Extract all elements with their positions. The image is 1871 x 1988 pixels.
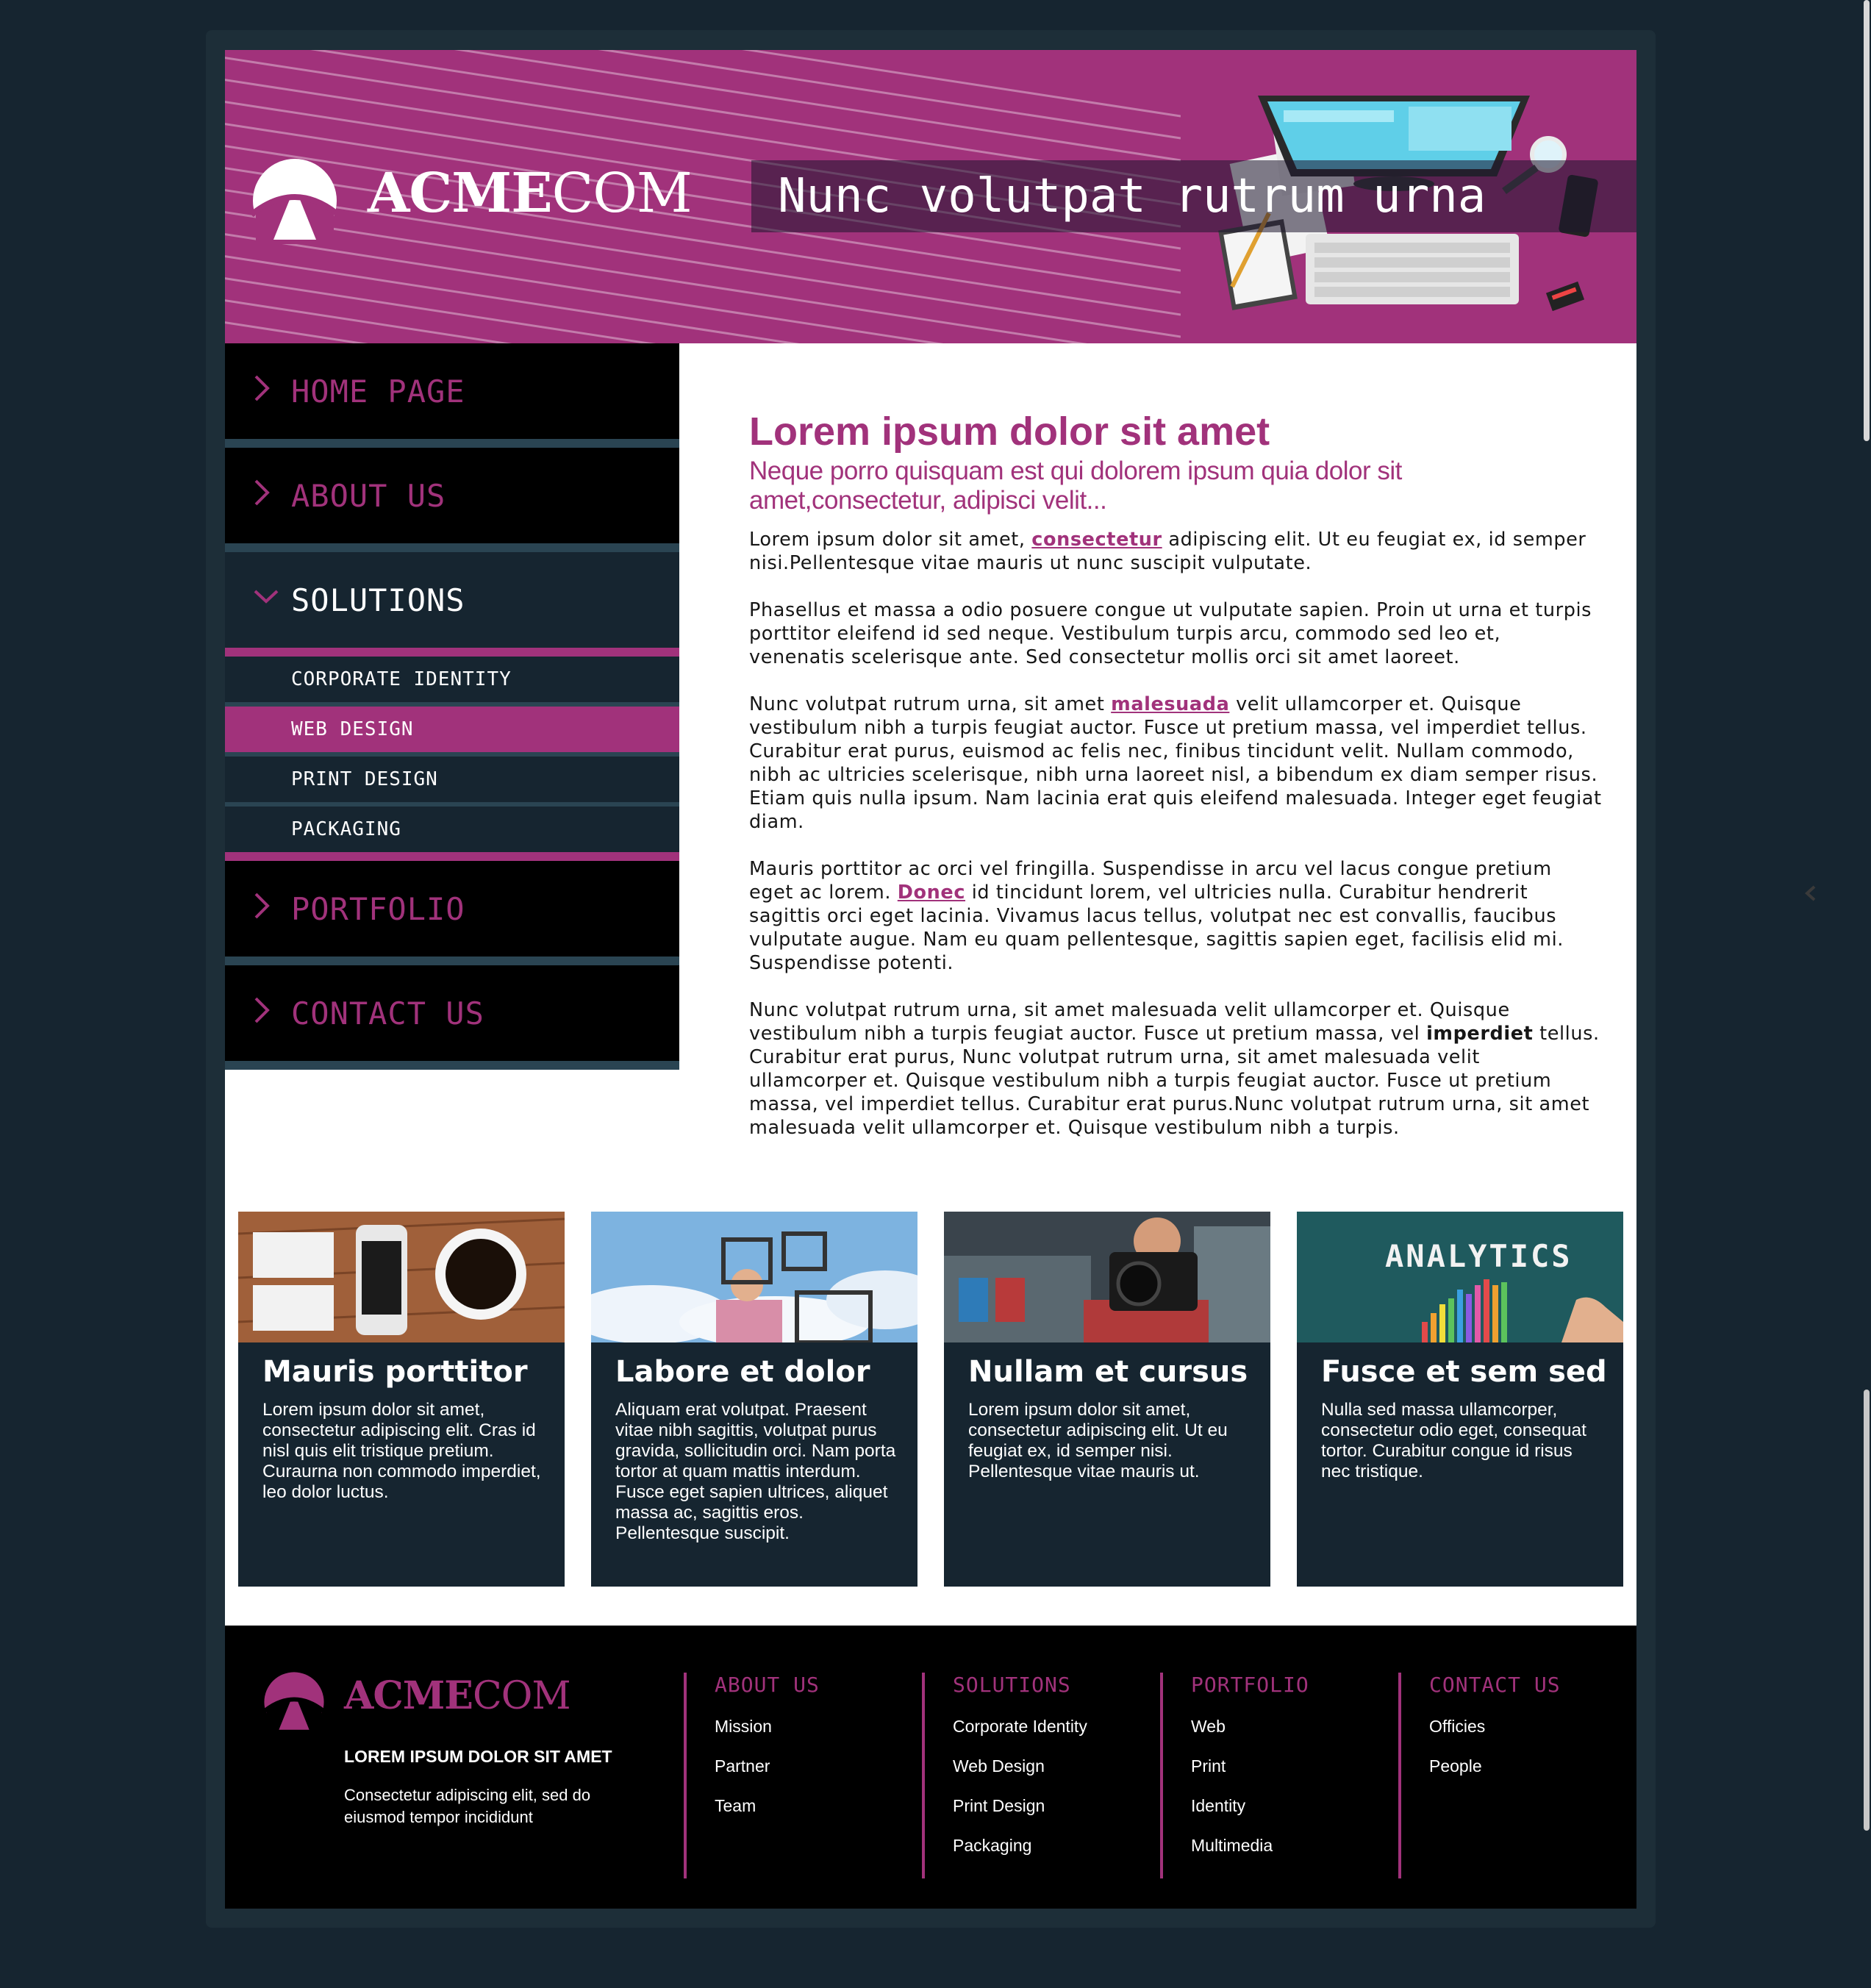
footer-link-corporate-identity[interactable]: Corporate Identity	[953, 1715, 1087, 1737]
footer-link-print-design[interactable]: Print Design	[953, 1795, 1087, 1817]
acme-logo-icon	[251, 159, 338, 244]
article-title: Lorem ipsum dolor sit amet	[749, 410, 1270, 454]
card-text: Nulla sed massa ullamcorper, consectetur…	[1321, 1400, 1586, 1481]
card-text: Aliquam erat volutpat. Praesent vitae ni…	[615, 1400, 896, 1543]
subnav-item-packaging[interactable]: PACKAGING	[225, 807, 679, 861]
footer-link-multimedia[interactable]: Multimedia	[1191, 1834, 1309, 1856]
subnav-item-print-design[interactable]: PRINT DESIGN	[225, 757, 679, 807]
card-title: Nullam et cursus	[968, 1355, 1248, 1389]
footer-column-contact-us: CONTACT US Officies People	[1398, 1673, 1561, 1878]
subnav-item-label: PACKAGING	[291, 818, 401, 840]
header-tagline: Nunc volutpat rutrum urna	[778, 169, 1487, 224]
link-consectetur[interactable]: consectetur	[1031, 529, 1162, 551]
nav-item-label: ABOUT US	[291, 477, 446, 514]
nav-item-portfolio[interactable]: PORTFOLIO	[225, 861, 679, 965]
scrollbar-thumb[interactable]	[1864, 0, 1870, 441]
acme-logo-icon	[263, 1672, 325, 1733]
chevron-right-icon	[253, 891, 275, 926]
article-subtitle: Neque porro quisquam est qui dolorem ips…	[749, 457, 1402, 515]
footer-link-print[interactable]: Print	[1191, 1755, 1309, 1777]
page: ACMECOM Nunc volutpat rutrum urna HOME P…	[225, 50, 1636, 1909]
card-title: Mauris porttitor	[262, 1355, 528, 1389]
card-labore-et-dolor[interactable]: Labore et dolor Aliquam erat volutpat. P…	[591, 1212, 917, 1587]
sidebar-nav: HOME PAGE ABOUT US SOLUTIONS CORPORATE I…	[225, 343, 679, 1070]
footer-column-title: ABOUT US	[715, 1673, 820, 1697]
scrollbar-thumb-secondary[interactable]	[1864, 1390, 1870, 1831]
photographer-camera-photo	[944, 1212, 1270, 1342]
nav-item-label: PORTFOLIO	[291, 890, 465, 927]
nav-item-label: CONTACT US	[291, 995, 484, 1031]
footer-link-web[interactable]: Web	[1191, 1715, 1309, 1737]
footer-logo-text[interactable]: ACMECOM	[344, 1674, 571, 1718]
subnav-item-corporate-identity[interactable]: CORPORATE IDENTITY	[225, 657, 679, 707]
footer-column-solutions: SOLUTIONS Corporate Identity Web Design …	[922, 1673, 1087, 1878]
card-title: Fusce et sem sed	[1321, 1355, 1607, 1389]
main-article: Lorem ipsum dolor sit amet Neque porro q…	[749, 410, 1602, 1163]
nav-item-label: HOME PAGE	[291, 373, 465, 410]
footer-link-partner[interactable]: Partner	[715, 1755, 820, 1777]
footer: ACMECOM LOREM IPSUM DOLOR SIT AMET Conse…	[225, 1626, 1636, 1909]
nav-item-label: SOLUTIONS	[291, 582, 465, 618]
brand-logo-bold: ACME	[368, 162, 553, 225]
paragraph-text: Nunc volutpat rutrum urna, sit amet male…	[749, 998, 1510, 1045]
chevron-right-icon	[253, 995, 275, 1031]
feature-cards: Mauris porttitor Lorem ipsum dolor sit a…	[238, 1212, 1623, 1587]
paragraph-5: Nunc volutpat rutrum urna, sit amet male…	[749, 998, 1602, 1140]
chevron-down-icon	[253, 582, 279, 618]
paragraph-text: Nunc volutpat rutrum urna, sit amet	[749, 693, 1112, 715]
footer-link-officies[interactable]: Officies	[1429, 1715, 1561, 1737]
footer-link-identity[interactable]: Identity	[1191, 1795, 1309, 1817]
nav-item-solutions[interactable]: SOLUTIONS	[225, 552, 679, 657]
paragraph-bold: imperdiet	[1426, 1022, 1534, 1045]
footer-logo-light: COM	[472, 1674, 571, 1718]
paragraph-3: Nunc volutpat rutrum urna, sit amet male…	[749, 693, 1602, 834]
footer-link-web-design[interactable]: Web Design	[953, 1755, 1087, 1777]
footer-link-people[interactable]: People	[1429, 1755, 1561, 1777]
tagline-box: Nunc volutpat rutrum urna	[751, 160, 1636, 232]
solutions-subnav: CORPORATE IDENTITY WEB DESIGN PRINT DESI…	[225, 657, 679, 861]
card-fusce-et-sem-sed[interactable]: ANALYTICS Fusce et sem sed Nulla sed mas…	[1297, 1212, 1623, 1587]
frames-sky-photo	[591, 1212, 917, 1342]
link-malesuada[interactable]: malesuada	[1111, 693, 1229, 715]
card-title: Labore et dolor	[615, 1355, 870, 1389]
image-caption: ANALYTICS	[1385, 1238, 1573, 1274]
footer-link-team[interactable]: Team	[715, 1795, 820, 1817]
footer-description: Consectetur adipiscing elit, sed do eius…	[344, 1786, 591, 1826]
card-mauris-porttitor[interactable]: Mauris porttitor Lorem ipsum dolor sit a…	[238, 1212, 565, 1587]
phone-coffee-desk-photo	[238, 1212, 565, 1342]
subnav-item-label: PRINT DESIGN	[291, 768, 438, 790]
footer-column-title: SOLUTIONS	[953, 1673, 1071, 1697]
footer-link-packaging[interactable]: Packaging	[953, 1834, 1087, 1856]
subnav-item-label: CORPORATE IDENTITY	[291, 668, 512, 690]
footer-heading: LOREM IPSUM DOLOR SIT AMET	[344, 1747, 612, 1766]
paragraph-text: Lorem ipsum dolor sit amet,	[749, 528, 1032, 551]
link-donec[interactable]: Donec	[898, 882, 965, 904]
footer-logo-bold: ACME	[344, 1673, 473, 1718]
footer-link-mission[interactable]: Mission	[715, 1715, 820, 1737]
nav-item-home-page[interactable]: HOME PAGE	[225, 343, 679, 448]
brand-logo-light: COM	[551, 162, 693, 225]
brand-logo-text[interactable]: ACMECOM	[368, 166, 693, 221]
footer-column-title: CONTACT US	[1429, 1673, 1561, 1697]
header-banner: ACMECOM Nunc volutpat rutrum urna	[225, 50, 1636, 343]
card-text: Lorem ipsum dolor sit amet, consectetur …	[262, 1400, 541, 1502]
chevron-right-icon	[253, 478, 275, 513]
paragraph-1: Lorem ipsum dolor sit amet, consectetur …	[749, 528, 1602, 575]
nav-item-about-us[interactable]: ABOUT US	[225, 448, 679, 552]
subnav-item-web-design[interactable]: WEB DESIGN	[225, 707, 679, 757]
footer-column-portfolio: PORTFOLIO Web Print Identity Multimedia	[1160, 1673, 1309, 1878]
card-nullam-et-cursus[interactable]: Nullam et cursus Lorem ipsum dolor sit a…	[944, 1212, 1270, 1587]
paragraph-4: Mauris porttitor ac orci vel fringilla. …	[749, 857, 1602, 975]
footer-column-title: PORTFOLIO	[1191, 1673, 1309, 1697]
card-text: Lorem ipsum dolor sit amet, consectetur …	[968, 1400, 1228, 1481]
analytics-chalkboard-photo: ANALYTICS	[1297, 1212, 1623, 1342]
chevron-right-icon	[253, 373, 275, 409]
back-arrow-icon[interactable]	[1800, 882, 1822, 904]
subnav-item-label: WEB DESIGN	[291, 718, 414, 740]
nav-item-contact-us[interactable]: CONTACT US	[225, 965, 679, 1070]
paragraph-2: Phasellus et massa a odio posuere congue…	[749, 598, 1592, 668]
footer-column-about-us: ABOUT US Mission Partner Team	[684, 1673, 820, 1878]
